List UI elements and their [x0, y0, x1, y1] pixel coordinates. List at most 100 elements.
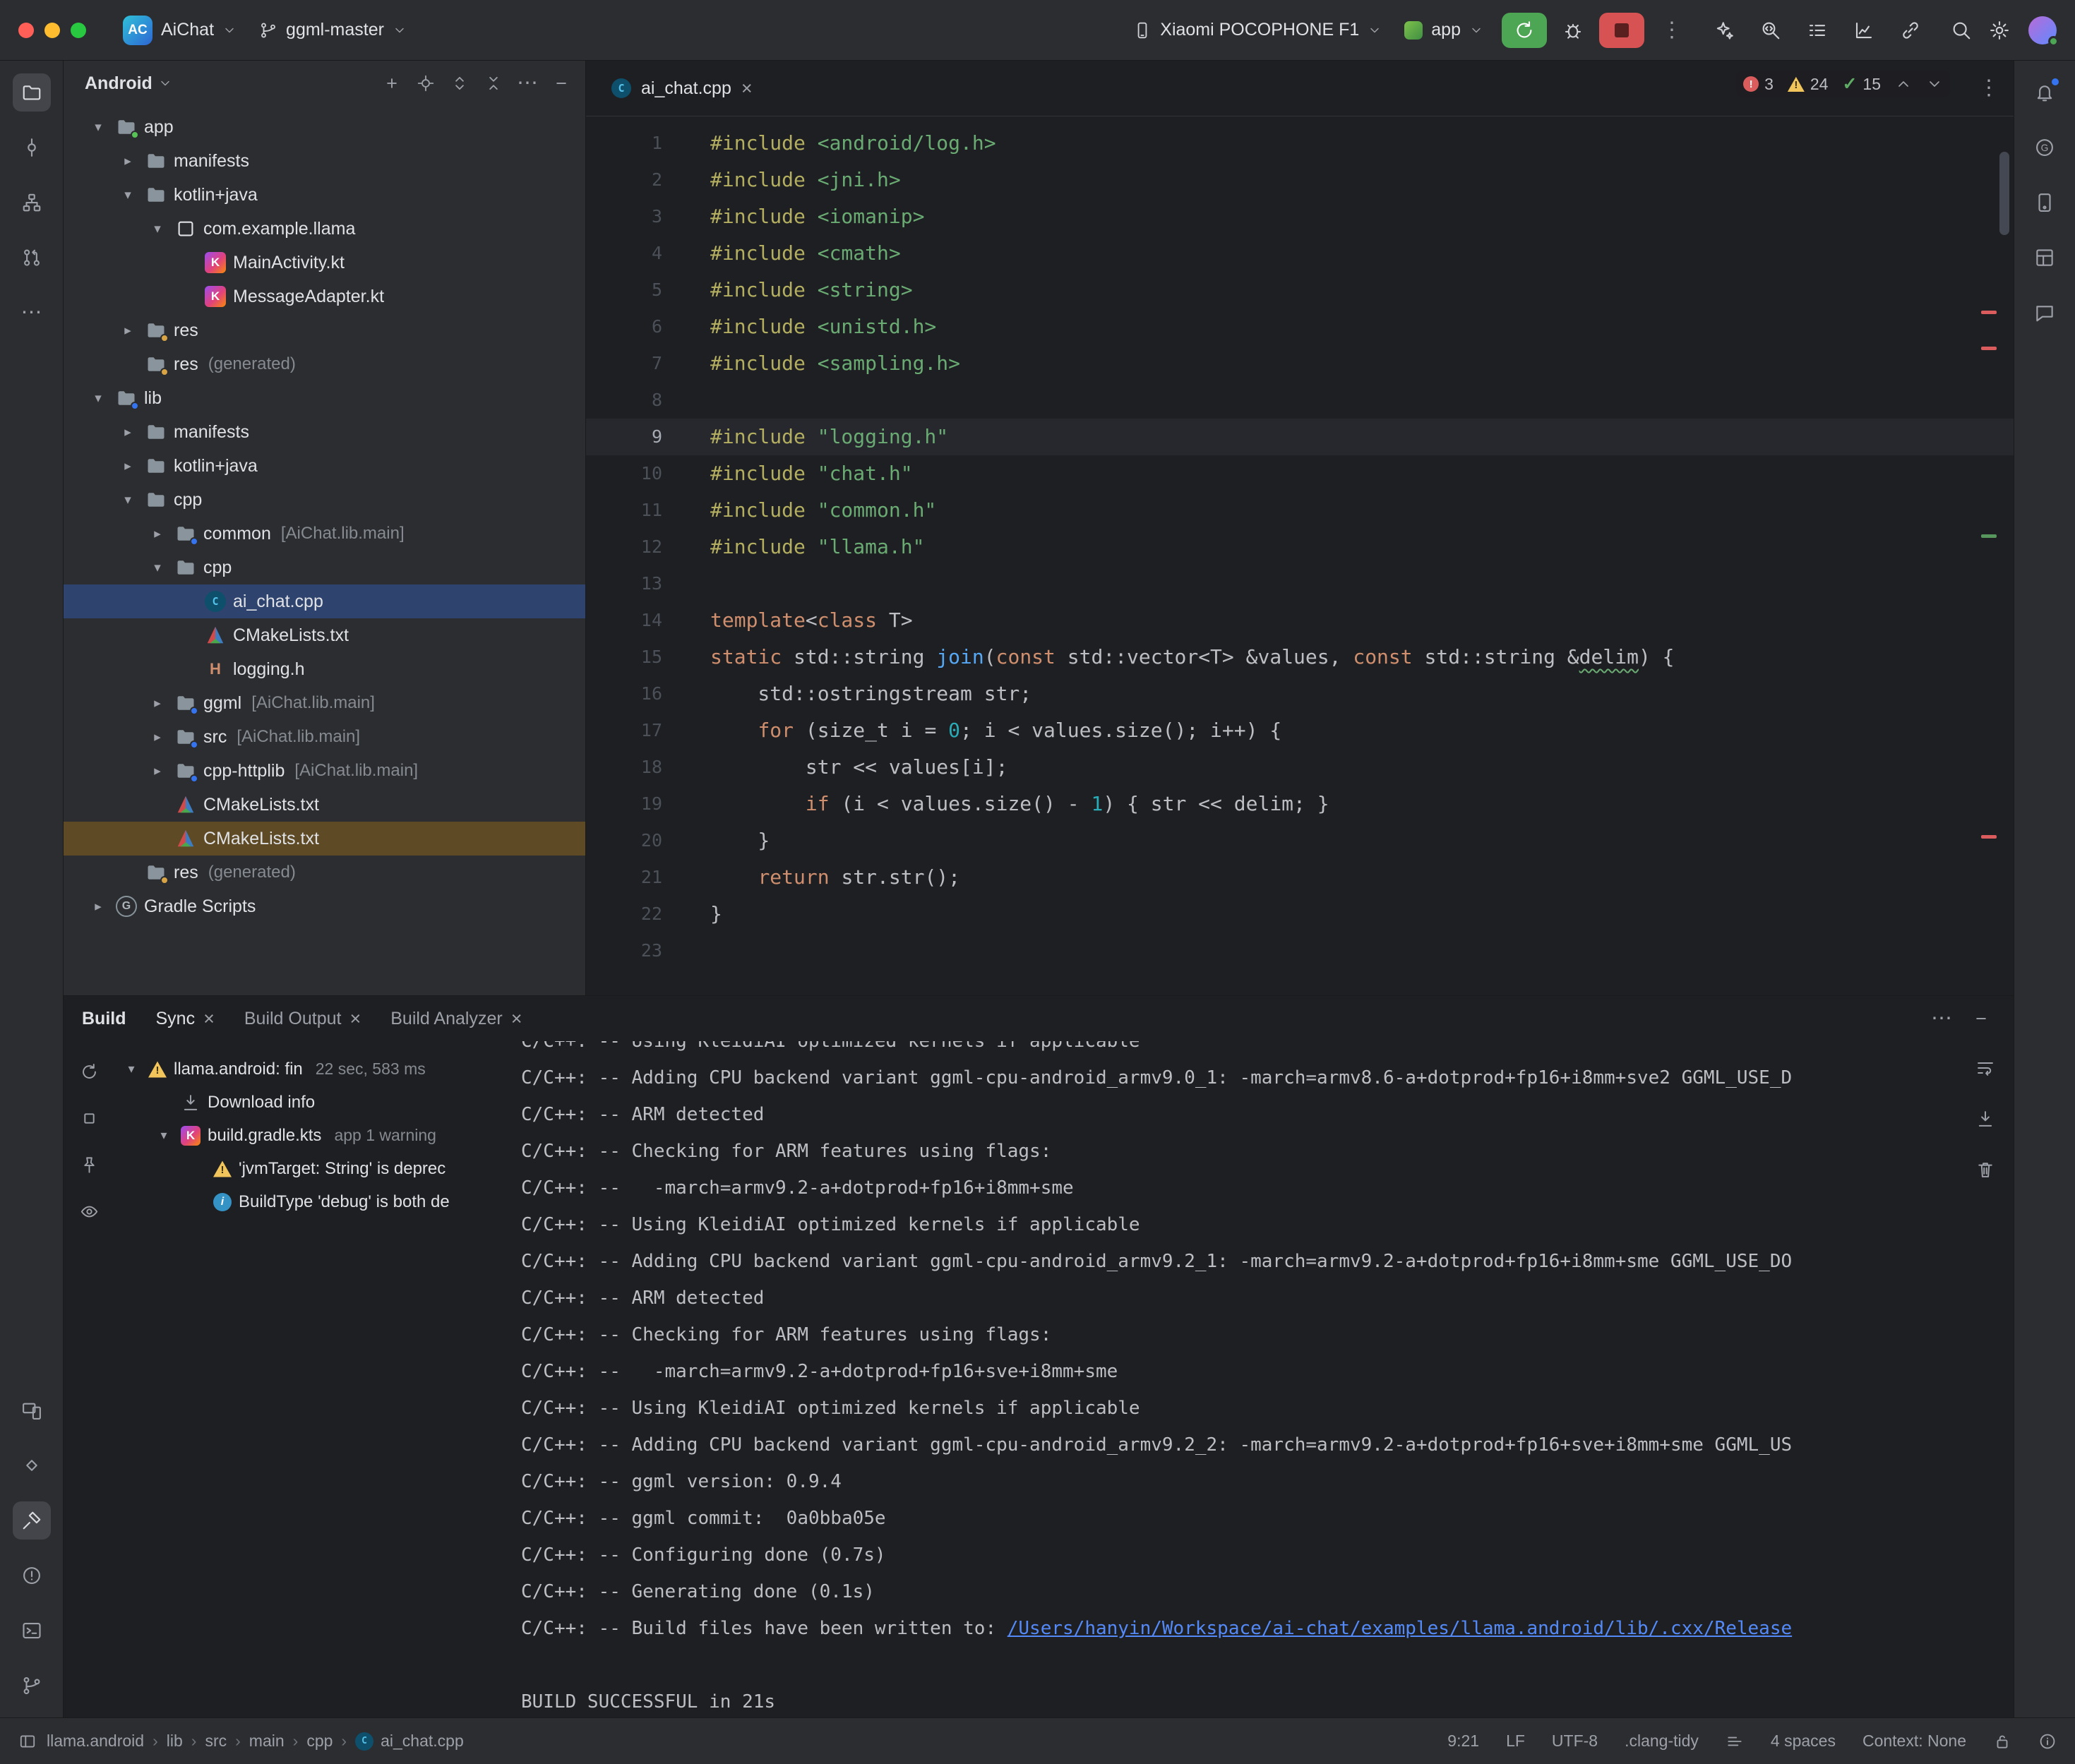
- chevron-closed-icon[interactable]: ▸: [147, 763, 168, 779]
- workspace-icon[interactable]: [18, 1732, 37, 1751]
- version-control-tool-button[interactable]: [13, 1667, 51, 1705]
- scroll-to-end-button[interactable]: [1971, 1105, 1999, 1133]
- lock-icon[interactable]: [1993, 1732, 2011, 1751]
- line-number[interactable]: 6: [586, 308, 669, 345]
- indent-style[interactable]: 4 spaces: [1771, 1732, 1836, 1751]
- line-number[interactable]: 23: [586, 932, 669, 969]
- app-inspection-tool-button[interactable]: [13, 1446, 51, 1484]
- breadcrumb-item[interactable]: main: [249, 1732, 285, 1751]
- tree-item[interactable]: res(generated): [64, 856, 585, 889]
- tree-item[interactable]: KMessageAdapter.kt: [64, 280, 585, 313]
- formatting-icon[interactable]: [1726, 1732, 1744, 1751]
- build-console[interactable]: C/C++: -- Using KleidiAI optimized kerne…: [503, 1041, 2014, 1717]
- tree-item[interactable]: CMakeLists.txt: [64, 788, 585, 822]
- code-line[interactable]: 1#include <android/log.h>: [586, 125, 2014, 162]
- line-number[interactable]: 3: [586, 198, 669, 235]
- line-number[interactable]: 21: [586, 859, 669, 896]
- editor-scrollbar[interactable]: [1999, 152, 2009, 235]
- project-tool-button[interactable]: [13, 73, 51, 112]
- code-line[interactable]: 5#include <string>: [586, 272, 2014, 308]
- tab-sync[interactable]: Sync×: [156, 1009, 215, 1029]
- tree-item[interactable]: ▾cpp: [64, 551, 585, 584]
- errors-badge[interactable]: ! 3: [1743, 75, 1774, 94]
- line-number[interactable]: 10: [586, 455, 669, 492]
- tree-item[interactable]: ▾kotlin+java: [64, 178, 585, 212]
- chevron-open-icon[interactable]: ▾: [154, 1128, 174, 1143]
- build-tree-item[interactable]: iBuildType 'debug' is both de: [114, 1185, 503, 1218]
- chevron-open-icon[interactable]: ▾: [117, 187, 138, 203]
- collapse-all-button[interactable]: [479, 69, 508, 97]
- console-link[interactable]: /Users/hanyin/Workspace/ai-chat/examples…: [1007, 1618, 1792, 1639]
- structure-tool-button[interactable]: [13, 184, 51, 222]
- code-line[interactable]: 7#include <sampling.h>: [586, 345, 2014, 382]
- settings-button[interactable]: [1983, 14, 2016, 47]
- more-tool-button[interactable]: ⋯: [13, 294, 51, 332]
- tab-build-analyzer[interactable]: Build Analyzer×: [390, 1009, 522, 1029]
- zoom-window-button[interactable]: [71, 23, 86, 38]
- add-button[interactable]: +: [378, 69, 406, 97]
- line-number[interactable]: 19: [586, 786, 669, 822]
- code-line[interactable]: 23: [586, 932, 2014, 969]
- code-line[interactable]: 16 std::ostringstream str;: [586, 676, 2014, 712]
- next-problem-icon[interactable]: [1926, 76, 1943, 92]
- chevron-closed-icon[interactable]: ▸: [88, 899, 109, 915]
- line-number[interactable]: 11: [586, 492, 669, 529]
- code-line[interactable]: 4#include <cmath>: [586, 235, 2014, 272]
- build-tree-item[interactable]: Download info: [114, 1086, 503, 1119]
- tree-item[interactable]: res(generated): [64, 347, 585, 381]
- line-number[interactable]: 9: [586, 419, 669, 455]
- context-widget[interactable]: Context: None: [1862, 1732, 1966, 1751]
- project-widget[interactable]: AC AiChat: [114, 10, 245, 51]
- close-tab-icon[interactable]: ×: [511, 1009, 522, 1028]
- code-line[interactable]: 17 for (size_t i = 0; i < values.size();…: [586, 712, 2014, 749]
- chevron-closed-icon[interactable]: ▸: [117, 323, 138, 339]
- project-view-selector[interactable]: Android: [85, 73, 153, 94]
- close-window-button[interactable]: [18, 23, 34, 38]
- chevron-closed-icon[interactable]: ▸: [117, 153, 138, 169]
- tree-item[interactable]: Hlogging.h: [64, 652, 585, 686]
- filter-button[interactable]: [77, 1199, 101, 1223]
- code-area[interactable]: 1#include <android/log.h>2#include <jni.…: [586, 116, 2014, 995]
- line-number[interactable]: 18: [586, 749, 669, 786]
- tree-item[interactable]: ▸manifests: [64, 144, 585, 178]
- line-number[interactable]: 1: [586, 125, 669, 162]
- code-line[interactable]: 9#include "logging.h": [586, 419, 2014, 455]
- debug-button[interactable]: [1557, 14, 1589, 47]
- clang-tidy-status[interactable]: .clang-tidy: [1625, 1732, 1699, 1751]
- tree-item[interactable]: ▸kotlin+java: [64, 449, 585, 483]
- code-line[interactable]: 8: [586, 382, 2014, 419]
- close-tab-icon[interactable]: ×: [741, 79, 753, 98]
- build-tree-item[interactable]: ▾!llama.android: fin22 sec, 583 ms: [114, 1052, 503, 1086]
- hide-panel-button[interactable]: −: [547, 69, 575, 97]
- more-button[interactable]: ⋯: [513, 69, 542, 97]
- line-number[interactable]: 14: [586, 602, 669, 639]
- tree-item[interactable]: CMakeLists.txt: [64, 822, 585, 856]
- build-tool-button[interactable]: [13, 1501, 51, 1540]
- terminal-tool-button[interactable]: [13, 1612, 51, 1650]
- line-number[interactable]: 13: [586, 565, 669, 602]
- profile-avatar[interactable]: [2028, 16, 2057, 44]
- breadcrumb-item[interactable]: cpp: [306, 1732, 333, 1751]
- caret-position[interactable]: 9:21: [1447, 1732, 1479, 1751]
- pin-button[interactable]: [77, 1153, 101, 1177]
- line-number[interactable]: 8: [586, 382, 669, 419]
- file-encoding[interactable]: UTF-8: [1552, 1732, 1598, 1751]
- code-line[interactable]: 21 return str.str();: [586, 859, 2014, 896]
- ai-assistant-button[interactable]: [1708, 14, 1740, 47]
- code-line[interactable]: 12#include "llama.h": [586, 529, 2014, 565]
- code-line[interactable]: 6#include <unistd.h>: [586, 308, 2014, 345]
- build-panel-title[interactable]: Build: [82, 1009, 126, 1029]
- assistant-tool-button[interactable]: [2026, 294, 2064, 332]
- chevron-open-icon[interactable]: ▾: [121, 1062, 141, 1076]
- device-manager-tool-button[interactable]: [2026, 184, 2064, 222]
- chevron-closed-icon[interactable]: ▸: [147, 526, 168, 542]
- rerun-button[interactable]: [77, 1060, 101, 1084]
- tree-item[interactable]: ▸res: [64, 313, 585, 347]
- code-line[interactable]: 19 if (i < values.size() - 1) { str << d…: [586, 786, 2014, 822]
- tree-item[interactable]: ▾app: [64, 110, 585, 144]
- line-number[interactable]: 5: [586, 272, 669, 308]
- tree-item[interactable]: ▸common[AiChat.lib.main]: [64, 517, 585, 551]
- code-line[interactable]: 14template<class T>: [586, 602, 2014, 639]
- breadcrumb-item[interactable]: llama.android: [47, 1732, 144, 1751]
- run-config-selector[interactable]: app: [1396, 14, 1492, 46]
